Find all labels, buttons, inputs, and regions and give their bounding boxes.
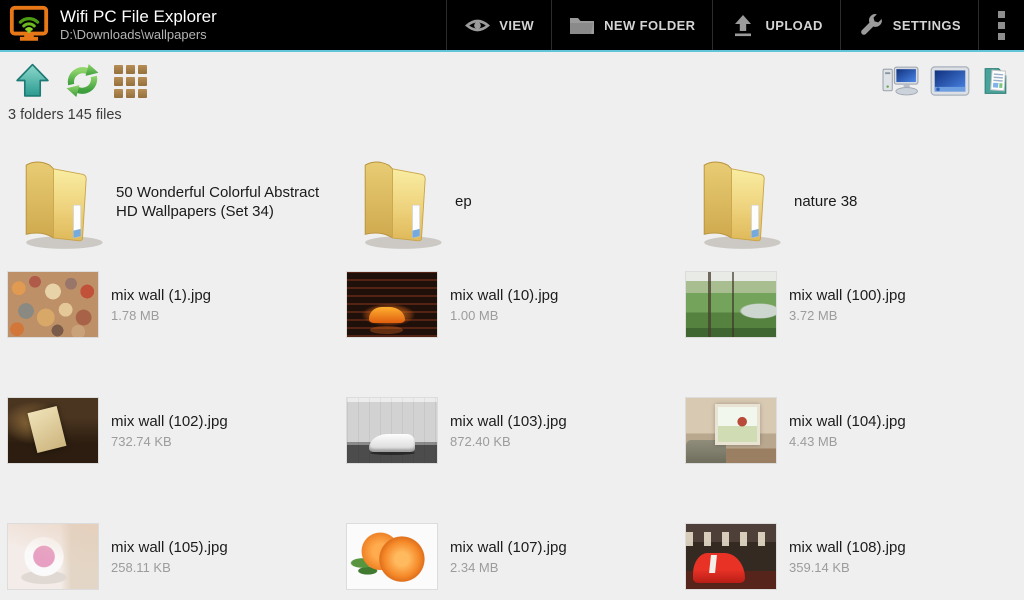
folder-name: 50 Wonderful Colorful Abstract HD Wallpa… bbox=[116, 183, 336, 221]
new-folder-label: NEW FOLDER bbox=[604, 18, 695, 33]
upload-icon bbox=[730, 12, 756, 38]
file-name: mix wall (104).jpg bbox=[789, 413, 906, 430]
folder-item[interactable]: nature 38 bbox=[686, 131, 1024, 272]
upload-label: UPLOAD bbox=[765, 18, 822, 33]
folder-icon bbox=[8, 150, 108, 254]
file-size: 732.74 KB bbox=[111, 434, 228, 449]
overflow-menu-button[interactable] bbox=[978, 0, 1024, 50]
file-name: mix wall (1).jpg bbox=[111, 287, 211, 304]
new-folder-button[interactable]: NEW FOLDER bbox=[551, 0, 712, 50]
new-folder-icon bbox=[569, 12, 595, 38]
current-path: D:\Downloads\wallpapers bbox=[60, 27, 217, 43]
file-name: mix wall (105).jpg bbox=[111, 539, 228, 556]
file-grid: 50 Wonderful Colorful Abstract HD Wallpa… bbox=[0, 131, 1024, 600]
file-item[interactable]: mix wall (1).jpg 1.78 MB bbox=[8, 272, 347, 398]
folder-item[interactable]: 50 Wonderful Colorful Abstract HD Wallpa… bbox=[8, 131, 347, 272]
view-label: VIEW bbox=[499, 18, 534, 33]
file-size: 1.78 MB bbox=[111, 308, 211, 323]
settings-label: SETTINGS bbox=[893, 18, 961, 33]
settings-button[interactable]: SETTINGS bbox=[840, 0, 978, 50]
file-name: mix wall (108).jpg bbox=[789, 539, 906, 556]
file-item[interactable]: mix wall (108).jpg 359.14 KB bbox=[686, 524, 1024, 600]
file-size: 359.14 KB bbox=[789, 560, 906, 575]
page-title: Wifi PC File Explorer bbox=[60, 7, 217, 27]
app-home-button[interactable]: Wifi PC File Explorer D:\Downloads\wallp… bbox=[0, 0, 227, 50]
file-item[interactable]: mix wall (104).jpg 4.43 MB bbox=[686, 398, 1024, 524]
red-car-thumbnail bbox=[686, 524, 776, 589]
file-size: 3.72 MB bbox=[789, 308, 906, 323]
file-name: mix wall (107).jpg bbox=[450, 539, 567, 556]
refresh-icon[interactable] bbox=[64, 62, 101, 99]
white-car-thumbnail bbox=[347, 398, 437, 463]
file-size: 1.00 MB bbox=[450, 308, 558, 323]
file-size: 4.43 MB bbox=[789, 434, 906, 449]
folder-name: ep bbox=[455, 192, 675, 211]
file-size: 258.11 KB bbox=[111, 560, 228, 575]
folder-name: nature 38 bbox=[794, 192, 1014, 211]
file-item[interactable]: mix wall (105).jpg 258.11 KB bbox=[8, 524, 347, 600]
wrench-icon bbox=[858, 12, 884, 38]
file-name: mix wall (103).jpg bbox=[450, 413, 567, 430]
documents-icon[interactable] bbox=[981, 65, 1012, 97]
orange-car-thumbnail bbox=[347, 272, 437, 337]
file-name: mix wall (10).jpg bbox=[450, 287, 558, 304]
view-button[interactable]: VIEW bbox=[446, 0, 551, 50]
bedroom-thumbnail bbox=[686, 398, 776, 463]
file-size: 2.34 MB bbox=[450, 560, 567, 575]
file-size: 872.40 KB bbox=[450, 434, 567, 449]
folder-file-count: 3 folders 145 files bbox=[8, 107, 1024, 123]
my-computer-icon[interactable] bbox=[882, 65, 919, 97]
coffee-cup-thumbnail bbox=[8, 524, 98, 589]
folder-item[interactable]: ep bbox=[347, 131, 686, 272]
file-item[interactable]: mix wall (100).jpg 3.72 MB bbox=[686, 272, 1024, 398]
overflow-menu-icon bbox=[998, 11, 1005, 40]
folder-icon bbox=[347, 150, 447, 254]
file-item[interactable]: mix wall (10).jpg 1.00 MB bbox=[347, 272, 686, 398]
app-icon bbox=[8, 3, 50, 47]
action-bar: Wifi PC File Explorer D:\Downloads\wallp… bbox=[0, 0, 1024, 52]
file-item[interactable]: mix wall (103).jpg 872.40 KB bbox=[347, 398, 686, 524]
book-hands-thumbnail bbox=[8, 398, 98, 463]
upload-button[interactable]: UPLOAD bbox=[712, 0, 839, 50]
pebbles-thumbnail bbox=[8, 272, 98, 337]
lake-trees-thumbnail bbox=[686, 272, 776, 337]
file-name: mix wall (102).jpg bbox=[111, 413, 228, 430]
folder-icon bbox=[686, 150, 786, 254]
eye-icon bbox=[464, 12, 490, 38]
toolbar bbox=[0, 52, 1024, 100]
grid-view-icon[interactable] bbox=[114, 65, 147, 98]
desktop-icon[interactable] bbox=[930, 65, 970, 97]
up-directory-icon[interactable] bbox=[14, 62, 51, 99]
file-item[interactable]: mix wall (102).jpg 732.74 KB bbox=[8, 398, 347, 524]
file-name: mix wall (100).jpg bbox=[789, 287, 906, 304]
file-item[interactable]: mix wall (107).jpg 2.34 MB bbox=[347, 524, 686, 600]
peaches-thumbnail bbox=[347, 524, 437, 589]
